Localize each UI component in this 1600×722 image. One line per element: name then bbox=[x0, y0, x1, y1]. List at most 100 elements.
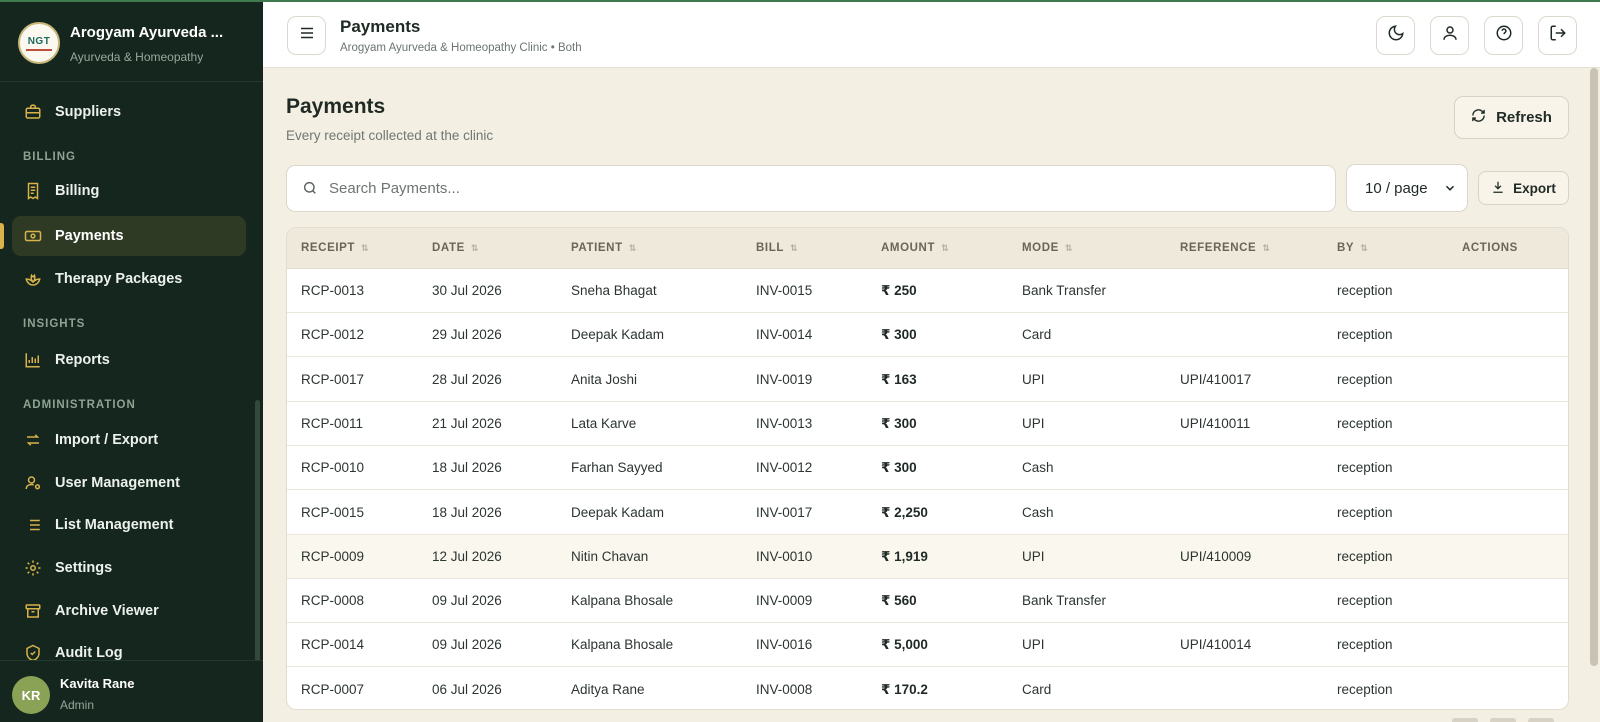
table-row[interactable]: RCP-0008 09 Jul 2026 Kalpana Bhosale INV-00… bbox=[287, 579, 1568, 624]
section-insights: INSIGHTS bbox=[23, 318, 86, 330]
receipt-cell: RCP-0014 bbox=[301, 637, 365, 653]
header-title: Payments bbox=[340, 17, 421, 36]
column-header-receipt[interactable]: RECEIPT ⇅ bbox=[301, 242, 369, 254]
bill-cell: INV-0012 bbox=[756, 460, 813, 476]
sidebar-item-reports[interactable]: Reports bbox=[12, 340, 246, 380]
amount-cell: ₹ 300 bbox=[881, 460, 917, 476]
pagination-indicator[interactable] bbox=[1528, 718, 1554, 722]
patient-cell: Nitin Chavan bbox=[571, 548, 649, 564]
payments-table: RECEIPT ⇅ DATE ⇅ PATIENT ⇅ BILL ⇅ AMOUNT ⇅ MO… bbox=[286, 227, 1569, 710]
table-header: RECEIPT ⇅ DATE ⇅ PATIENT ⇅ BILL ⇅ AMOUNT ⇅ MO… bbox=[287, 228, 1568, 269]
by-cell: reception bbox=[1337, 548, 1393, 564]
amount-cell: ₹ 163 bbox=[881, 371, 917, 387]
page-size-select[interactable]: 10 / page bbox=[1346, 164, 1468, 212]
sidebar-item-import-export[interactable]: Import / Export bbox=[12, 420, 246, 460]
mode-cell: Cash bbox=[1022, 460, 1054, 476]
amount-cell: ₹ 300 bbox=[881, 415, 917, 431]
receipt-cell: RCP-0011 bbox=[301, 415, 364, 431]
patient-cell: Deepak Kadam bbox=[571, 327, 665, 343]
sidebar-item-payments[interactable]: Payments bbox=[12, 216, 246, 256]
patient-cell: Farhan Sayyed bbox=[571, 460, 663, 476]
active-indicator bbox=[0, 223, 4, 249]
column-label: AMOUNT bbox=[881, 242, 936, 254]
gear-icon bbox=[24, 559, 42, 577]
table-row[interactable]: RCP-0010 18 Jul 2026 Farhan Sayyed INV-0012… bbox=[287, 446, 1568, 491]
profile-button[interactable] bbox=[1430, 16, 1469, 55]
column-header-patient[interactable]: PATIENT ⇅ bbox=[571, 242, 637, 254]
table-row[interactable]: RCP-0012 29 Jul 2026 Deepak Kadam INV-0014 ₹… bbox=[287, 313, 1568, 358]
by-cell: reception bbox=[1337, 681, 1393, 697]
column-label: PATIENT bbox=[571, 242, 623, 254]
table-row[interactable]: RCP-0015 18 Jul 2026 Deepak Kadam INV-0017 ₹… bbox=[287, 491, 1568, 535]
page-subtitle: Every receipt collected at the clinic bbox=[286, 128, 494, 143]
column-header-reference[interactable]: REFERENCE ⇅ bbox=[1180, 242, 1270, 254]
by-cell: reception bbox=[1337, 371, 1393, 387]
briefcase-icon bbox=[24, 103, 42, 121]
table-row[interactable]: RCP-0011 21 Jul 2026 Lata Karve INV-0013 ₹ 3… bbox=[287, 402, 1568, 446]
amount-cell: ₹ 1,919 bbox=[881, 548, 928, 564]
receipt-cell: RCP-0008 bbox=[301, 593, 365, 609]
bill-cell: INV-0017 bbox=[756, 504, 813, 520]
date-cell: 18 Jul 2026 bbox=[432, 460, 502, 476]
brand-name: Arogyam Ayurveda ... bbox=[70, 24, 224, 41]
refresh-button[interactable]: Refresh bbox=[1454, 96, 1569, 139]
column-header-amount[interactable]: AMOUNT ⇅ bbox=[881, 242, 949, 254]
reference-cell: UPI/410014 bbox=[1180, 637, 1252, 653]
sidebar-item-user-management[interactable]: User Management bbox=[12, 463, 246, 503]
column-label: MODE bbox=[1022, 242, 1059, 254]
by-cell: reception bbox=[1337, 283, 1393, 298]
sidebar-item-label: Settings bbox=[55, 560, 113, 576]
column-header-by[interactable]: BY ⇅ bbox=[1337, 242, 1368, 254]
amount-cell: ₹ 560 bbox=[881, 593, 917, 609]
table-row[interactable]: RCP-0013 30 Jul 2026 Sneha Bhagat INV-0015 ₹… bbox=[287, 269, 1568, 313]
pagination-indicator[interactable] bbox=[1490, 718, 1516, 722]
by-cell: reception bbox=[1337, 460, 1393, 476]
logo-underline bbox=[26, 48, 52, 51]
main-scrollbar[interactable] bbox=[1590, 68, 1598, 666]
logo-text: NGT bbox=[27, 35, 51, 47]
sidebar-scrollbar[interactable] bbox=[255, 400, 260, 660]
sidebar-item-settings[interactable]: Settings bbox=[12, 548, 246, 588]
page-title: Payments bbox=[286, 95, 386, 118]
menu-toggle-button[interactable] bbox=[287, 16, 326, 55]
column-header-date[interactable]: DATE ⇅ bbox=[432, 242, 479, 254]
sidebar-item-audit-log[interactable]: Audit Log bbox=[12, 633, 246, 660]
export-button[interactable]: Export bbox=[1478, 171, 1569, 205]
sidebar-nav: Suppliers BILLING Billing Payments Thera… bbox=[0, 82, 263, 660]
reference-cell: UPI/410017 bbox=[1180, 371, 1252, 387]
table-row[interactable]: RCP-0009 12 Jul 2026 Nitin Chavan INV-0010 ₹… bbox=[287, 534, 1568, 579]
sidebar-item-billing[interactable]: Billing bbox=[12, 171, 246, 211]
column-header-mode[interactable]: MODE ⇅ bbox=[1022, 242, 1073, 254]
table-row[interactable]: RCP-0014 09 Jul 2026 Kalpana Bhosale INV-00… bbox=[287, 623, 1568, 668]
export-label: Export bbox=[1513, 180, 1556, 196]
sidebar-item-suppliers[interactable]: Suppliers bbox=[12, 92, 246, 132]
table-row[interactable]: RCP-0007 06 Jul 2026 Aditya Rane INV-0008 ₹ … bbox=[287, 668, 1568, 709]
column-label: REFERENCE bbox=[1180, 242, 1257, 254]
receipt-cell: RCP-0010 bbox=[301, 460, 365, 476]
search-input[interactable] bbox=[329, 166, 1319, 211]
bill-cell: INV-0019 bbox=[756, 371, 813, 387]
logout-button[interactable] bbox=[1538, 16, 1577, 55]
sidebar-item-list-management[interactable]: List Management bbox=[12, 505, 246, 545]
user-role: Admin bbox=[60, 698, 95, 712]
sidebar-item-archive-viewer[interactable]: Archive Viewer bbox=[12, 591, 246, 631]
download-icon bbox=[1491, 180, 1505, 197]
column-header-bill[interactable]: BILL ⇅ bbox=[756, 242, 798, 254]
bill-cell: INV-0013 bbox=[756, 415, 813, 431]
help-button[interactable] bbox=[1484, 16, 1523, 55]
sidebar-item-label: Suppliers bbox=[55, 104, 122, 120]
section-billing: BILLING bbox=[23, 151, 76, 163]
page-size-value: 10 / page bbox=[1365, 179, 1428, 197]
patient-cell: Kalpana Bhosale bbox=[571, 637, 674, 653]
date-cell: 28 Jul 2026 bbox=[432, 371, 502, 387]
moon-icon bbox=[1387, 24, 1405, 47]
clinic-logo: NGT bbox=[18, 22, 60, 64]
table-row[interactable]: RCP-0017 28 Jul 2026 Anita Joshi INV-0019 ₹ … bbox=[287, 358, 1568, 402]
pagination-indicator[interactable] bbox=[1452, 718, 1478, 722]
sidebar-item-therapy-packages[interactable]: Therapy Packages bbox=[12, 259, 246, 299]
user-profile[interactable]: KR Kavita Rane Admin bbox=[0, 660, 263, 722]
sort-icon: ⇅ bbox=[470, 243, 480, 253]
theme-toggle-button[interactable] bbox=[1376, 16, 1415, 55]
arrows-swap-icon bbox=[24, 431, 42, 449]
search-icon bbox=[302, 180, 318, 201]
